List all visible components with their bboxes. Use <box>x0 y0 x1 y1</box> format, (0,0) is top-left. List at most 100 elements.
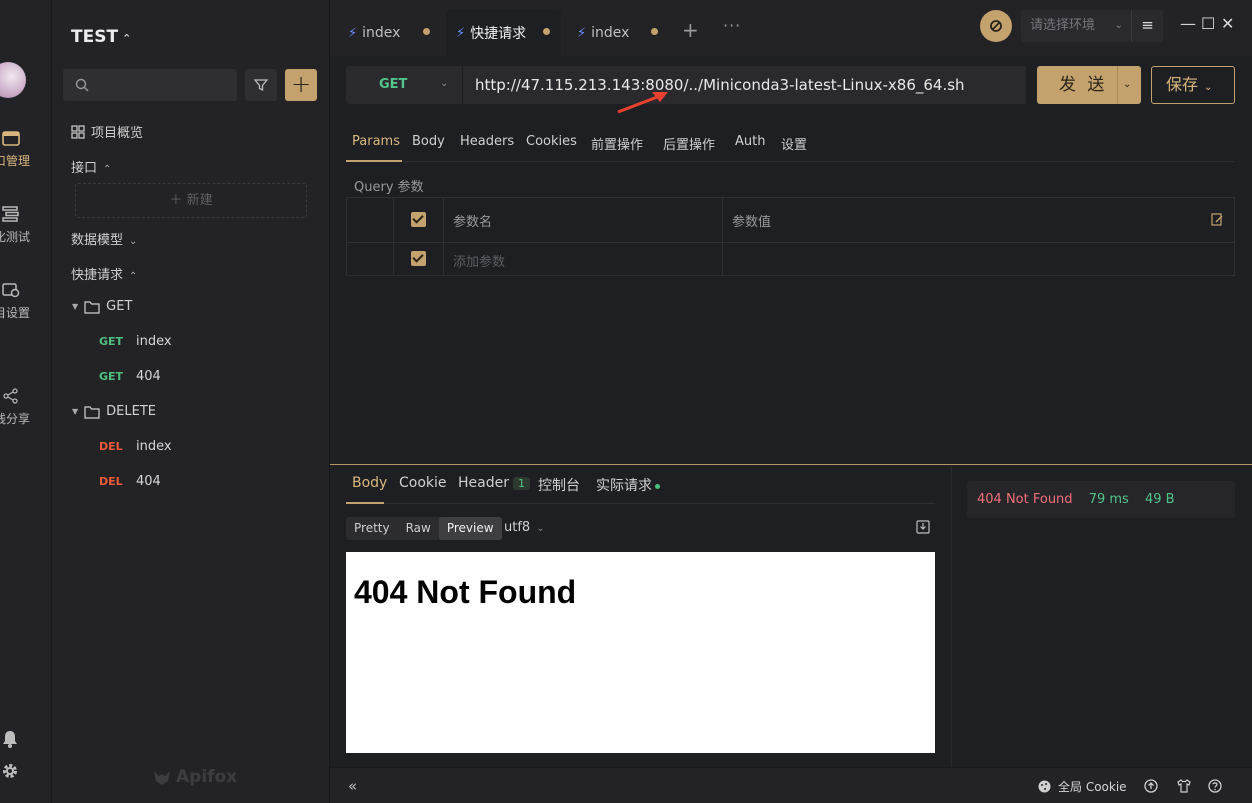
view-pretty[interactable]: Pretty <box>346 517 398 540</box>
tab-response-cookie[interactable]: Cookie <box>399 475 447 491</box>
tab-actual-request[interactable]: 实际请求 <box>596 475 660 495</box>
request-name: 404 <box>136 474 161 489</box>
row-checkbox[interactable] <box>411 251 426 266</box>
tab-cookies[interactable]: Cookies <box>526 134 577 149</box>
env-menu-button[interactable]: ≡ <box>1131 10 1163 42</box>
env-refresh-button[interactable] <box>980 10 1012 42</box>
annotation-arrow-icon <box>617 92 668 114</box>
active-tab-underline <box>346 502 384 504</box>
folder-delete[interactable]: ▼ DELETE <box>72 404 156 419</box>
method-badge: DEL <box>99 475 123 488</box>
help-icon[interactable] <box>1207 778 1223 794</box>
tab-params[interactable]: Params <box>352 134 400 149</box>
avatar[interactable] <box>0 62 26 98</box>
tab-post-request[interactable]: 后置操作 <box>663 134 715 153</box>
tab-settings[interactable]: 设置 <box>781 134 807 153</box>
view-preview[interactable]: Preview <box>438 517 502 540</box>
unsaved-dot <box>423 28 430 35</box>
tab-headers[interactable]: Headers <box>460 134 514 149</box>
send-button[interactable]: 发 送 ⌄ <box>1037 66 1141 104</box>
search-input[interactable] <box>63 69 237 101</box>
response-tabs: Body Cookie Header 1 控制台 实际请求 <box>346 466 935 504</box>
encoding-select[interactable]: utf8 ⌄ <box>504 520 545 535</box>
more-tabs-button[interactable]: ··· <box>723 16 741 35</box>
tab-response-header[interactable]: Header 1 <box>458 475 530 491</box>
shirt-icon[interactable] <box>1176 778 1192 794</box>
unsaved-dot <box>651 28 658 35</box>
tab-quick-request[interactable]: ⚡ 快捷请求 <box>446 10 561 56</box>
url-input[interactable]: http://47.115.213.143:8080/../Miniconda3… <box>463 66 1026 104</box>
rail-item-online-share[interactable]: 线分享 <box>0 388 51 427</box>
sidebar: TEST ⌃ + 项目概览 接口 ⌃ ＋ 新建 数据模型 ⌄ 快捷请求 ⌃ ▼ GET … <box>52 0 330 803</box>
maximize-button[interactable]: ☐ <box>1201 14 1215 33</box>
section-quick-requests[interactable]: 快捷请求 ⌃ <box>71 264 137 283</box>
tab-label: index <box>362 25 401 41</box>
request-item[interactable]: DEL index <box>99 439 172 454</box>
encoding-label: utf8 <box>504 520 531 535</box>
method-badge: GET <box>99 335 124 348</box>
brand-name: Apifox <box>176 767 238 787</box>
select-all-checkbox[interactable] <box>411 212 426 227</box>
filter-button[interactable] <box>245 69 277 101</box>
sidebar-item-overview[interactable]: 项目概览 <box>71 122 143 141</box>
download-icon[interactable] <box>916 520 930 534</box>
request-item[interactable]: DEL 404 <box>99 474 161 489</box>
folder-get[interactable]: ▼ GET <box>72 299 132 314</box>
status-bar: « 全局 Cookie <box>330 767 1252 803</box>
active-tab-underline <box>346 160 402 162</box>
add-button[interactable]: + <box>285 69 317 101</box>
tab-body[interactable]: Body <box>412 134 445 149</box>
grid-icon <box>71 124 85 139</box>
tab-response-body[interactable]: Body <box>352 475 387 491</box>
view-mode-switch: Pretty Raw Preview <box>346 517 502 540</box>
tab-console[interactable]: 控制台 <box>538 475 580 495</box>
tab-pre-request[interactable]: 前置操作 <box>591 134 643 153</box>
request-item[interactable]: GET index <box>99 334 172 349</box>
view-raw[interactable]: Raw <box>398 517 439 540</box>
tab-index-2[interactable]: ⚡ index <box>559 10 667 56</box>
caret-down-icon: ▼ <box>72 407 79 416</box>
chevron-up-icon: ⌃ <box>103 164 112 175</box>
tab-label: 实际请求 <box>596 478 652 494</box>
bell-icon[interactable] <box>2 730 18 748</box>
method-badge: DEL <box>99 440 123 453</box>
new-tab-button[interactable]: + <box>682 18 699 42</box>
bolt-icon: ⚡ <box>348 25 358 41</box>
chevron-updown-icon: ⌃ <box>122 32 132 45</box>
rail-item-automation-test[interactable]: 化测试 <box>0 206 51 245</box>
rail-item-project-settings[interactable]: 目设置 <box>0 282 51 321</box>
environment-select[interactable]: 请选择环境 ⌄ <box>1021 10 1131 42</box>
minimize-button[interactable]: — <box>1180 14 1196 33</box>
gear-icon[interactable] <box>2 763 18 779</box>
chevron-up-icon: ⌃ <box>129 271 138 282</box>
add-param-input[interactable]: 添加参数 <box>453 251 505 270</box>
collapse-sidebar-button[interactable]: « <box>348 777 357 795</box>
global-cookie-button[interactable]: 全局 Cookie <box>1037 778 1127 795</box>
project-switcher[interactable]: TEST ⌃ <box>71 27 131 47</box>
close-button[interactable]: ✕ <box>1221 14 1234 33</box>
method-select[interactable]: GET ⌄ <box>346 66 462 104</box>
row-divider <box>347 242 1234 243</box>
section-models-label: 数据模型 <box>71 233 124 248</box>
save-label: 保存 <box>1166 75 1199 94</box>
tab-auth[interactable]: Auth <box>735 134 765 149</box>
section-data-models[interactable]: 数据模型 ⌄ <box>71 229 137 248</box>
upload-icon[interactable] <box>1143 778 1159 794</box>
rail-label: 目设置 <box>0 306 31 320</box>
preview-heading: 404 Not Found <box>354 574 577 610</box>
share-icon <box>3 388 18 404</box>
status-code: 404 Not Found <box>977 492 1073 507</box>
fox-icon <box>154 771 170 785</box>
section-api[interactable]: 接口 ⌃ <box>71 157 111 176</box>
sync-icon <box>990 20 1002 32</box>
chevron-down-icon[interactable]: ⌄ <box>1123 66 1131 104</box>
request-item[interactable]: GET 404 <box>99 369 161 384</box>
send-divider <box>1117 66 1118 104</box>
pane-splitter[interactable] <box>330 464 1252 465</box>
tab-index-1[interactable]: ⚡ index <box>330 10 438 56</box>
rail-item-api-management[interactable]: 口管理 <box>0 130 51 169</box>
bulk-edit-icon[interactable] <box>1211 213 1224 226</box>
col-header-value: 参数值 <box>732 215 772 230</box>
save-button[interactable]: 保存 ⌄ <box>1151 66 1235 104</box>
new-api-button[interactable]: ＋ 新建 <box>75 183 307 218</box>
